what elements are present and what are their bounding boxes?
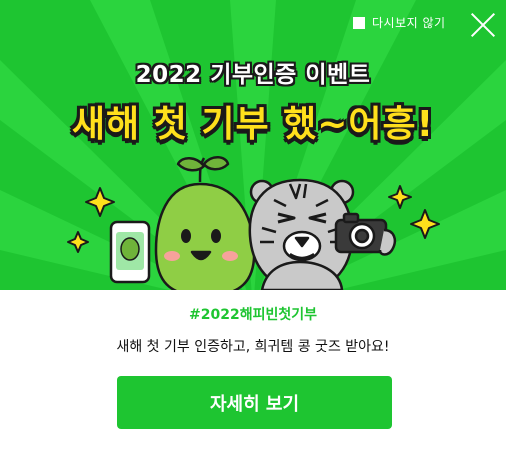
popup-content: #2022해피빈첫기부 새해 첫 기부 인증하고, 희귀템 콩 굿즈 받아요! … bbox=[0, 290, 506, 474]
event-description: 새해 첫 기부 인증하고, 희귀템 콩 굿즈 받아요! bbox=[116, 339, 390, 355]
event-banner: 다시보지 않기 2022 기부인증 이벤트 새해 첫 기부 했~어흥! bbox=[0, 0, 506, 290]
sparkle-icon bbox=[67, 231, 89, 253]
phone-icon bbox=[109, 220, 151, 284]
camera-icon bbox=[334, 212, 396, 256]
sparkle-icon bbox=[388, 185, 412, 209]
event-hashtag: #2022해피빈첫기부 bbox=[189, 307, 317, 323]
banner-illustration bbox=[67, 156, 440, 290]
event-popup: 다시보지 않기 2022 기부인증 이벤트 새해 첫 기부 했~어흥! #202… bbox=[0, 0, 506, 474]
sprout-character bbox=[154, 156, 256, 290]
view-details-button[interactable]: 자세히 보기 bbox=[117, 376, 392, 429]
sparkle-icon bbox=[85, 187, 115, 217]
sparkle-icon bbox=[410, 209, 440, 239]
